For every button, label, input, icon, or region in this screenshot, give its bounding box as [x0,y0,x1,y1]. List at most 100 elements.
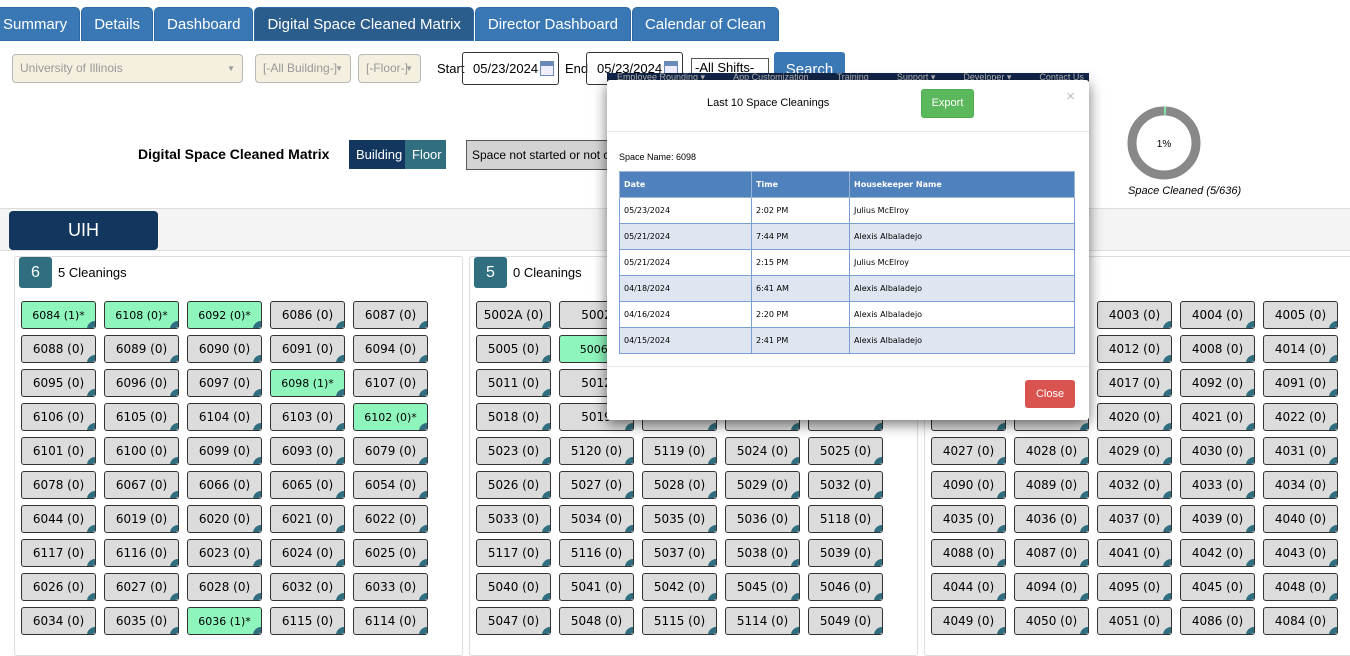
details-dot-icon[interactable] [542,627,550,634]
space-button[interactable]: 4042 (0) [1180,539,1255,567]
space-button[interactable]: 6078 (0) [21,471,96,499]
details-dot-icon[interactable] [1329,559,1337,566]
details-dot-icon[interactable] [419,525,427,532]
space-button[interactable]: 4008 (0) [1180,335,1255,363]
space-button[interactable]: 5046 (0) [808,573,883,601]
space-button[interactable]: 4049 (0) [931,607,1006,635]
space-button[interactable]: 6021 (0) [270,505,345,533]
space-button[interactable]: 5029 (0) [725,471,800,499]
details-dot-icon[interactable] [1329,525,1337,532]
details-dot-icon[interactable] [1246,321,1254,328]
space-button[interactable]: 6098 (1)* [270,369,345,397]
details-dot-icon[interactable] [791,627,799,634]
space-button[interactable]: 6088 (0) [21,335,96,363]
details-dot-icon[interactable] [336,321,344,328]
tab-dashboard[interactable]: Dashboard [154,7,254,41]
space-button[interactable]: 6115 (0) [270,607,345,635]
details-dot-icon[interactable] [874,457,882,464]
details-dot-icon[interactable] [542,355,550,362]
details-dot-icon[interactable] [1246,627,1254,634]
details-dot-icon[interactable] [170,559,178,566]
space-button[interactable]: 6095 (0) [21,369,96,397]
details-dot-icon[interactable] [625,423,633,430]
details-dot-icon[interactable] [1246,355,1254,362]
details-dot-icon[interactable] [87,491,95,498]
details-dot-icon[interactable] [253,457,261,464]
details-dot-icon[interactable] [336,593,344,600]
space-button[interactable]: 6086 (0) [270,301,345,329]
details-dot-icon[interactable] [791,525,799,532]
space-button[interactable]: 4044 (0) [931,573,1006,601]
space-button[interactable]: 6106 (0) [21,403,96,431]
space-button[interactable]: 5034 (0) [559,505,634,533]
space-button[interactable]: 4041 (0) [1097,539,1172,567]
details-dot-icon[interactable] [336,423,344,430]
details-dot-icon[interactable] [253,423,261,430]
space-button[interactable]: 4088 (0) [931,539,1006,567]
space-button[interactable]: 4030 (0) [1180,437,1255,465]
details-dot-icon[interactable] [874,525,882,532]
details-dot-icon[interactable] [997,423,1005,430]
details-dot-icon[interactable] [1329,321,1337,328]
space-button[interactable]: 5036 (0) [725,505,800,533]
space-button[interactable]: 4050 (0) [1014,607,1089,635]
space-button[interactable]: 5047 (0) [476,607,551,635]
details-dot-icon[interactable] [1329,627,1337,634]
space-button[interactable]: 6032 (0) [270,573,345,601]
details-dot-icon[interactable] [542,321,550,328]
details-dot-icon[interactable] [874,627,882,634]
details-dot-icon[interactable] [1080,525,1088,532]
space-button[interactable]: 5024 (0) [725,437,800,465]
details-dot-icon[interactable] [874,593,882,600]
space-button[interactable]: 6026 (0) [21,573,96,601]
details-dot-icon[interactable] [1080,593,1088,600]
details-dot-icon[interactable] [542,559,550,566]
space-button[interactable]: 4094 (0) [1014,573,1089,601]
space-button[interactable]: 4039 (0) [1180,505,1255,533]
details-dot-icon[interactable] [791,491,799,498]
space-button[interactable]: 6023 (0) [187,539,262,567]
details-dot-icon[interactable] [253,389,261,396]
space-button[interactable]: 4020 (0) [1097,403,1172,431]
details-dot-icon[interactable] [791,559,799,566]
details-dot-icon[interactable] [87,457,95,464]
tab-director-dashboard[interactable]: Director Dashboard [474,7,631,41]
details-dot-icon[interactable] [1329,423,1337,430]
space-button[interactable]: 5037 (0) [642,539,717,567]
details-dot-icon[interactable] [542,389,550,396]
space-button[interactable]: 5025 (0) [808,437,883,465]
details-dot-icon[interactable] [708,491,716,498]
space-button[interactable]: 6099 (0) [187,437,262,465]
details-dot-icon[interactable] [170,525,178,532]
space-button[interactable]: 5002A (0) [476,301,551,329]
space-button[interactable]: 6116 (0) [104,539,179,567]
space-button[interactable]: 6091 (0) [270,335,345,363]
space-button[interactable]: 4090 (0) [931,471,1006,499]
space-button[interactable]: 6093 (0) [270,437,345,465]
space-button[interactable]: 4087 (0) [1014,539,1089,567]
details-dot-icon[interactable] [542,491,550,498]
space-button[interactable]: 6097 (0) [187,369,262,397]
details-dot-icon[interactable] [419,491,427,498]
details-dot-icon[interactable] [419,389,427,396]
details-dot-icon[interactable] [625,593,633,600]
space-button[interactable]: 4031 (0) [1263,437,1338,465]
toggle-building[interactable]: Building [349,140,410,169]
space-button[interactable]: 5033 (0) [476,505,551,533]
details-dot-icon[interactable] [1080,457,1088,464]
details-dot-icon[interactable] [1163,593,1171,600]
details-dot-icon[interactable] [170,389,178,396]
space-button[interactable]: 4045 (0) [1180,573,1255,601]
details-dot-icon[interactable] [336,389,344,396]
details-dot-icon[interactable] [1163,321,1171,328]
space-button[interactable]: 6108 (0)* [104,301,179,329]
details-dot-icon[interactable] [625,559,633,566]
details-dot-icon[interactable] [87,389,95,396]
space-button[interactable]: 4017 (0) [1097,369,1172,397]
details-dot-icon[interactable] [542,593,550,600]
space-button[interactable]: 6107 (0) [353,369,428,397]
space-button[interactable]: 6022 (0) [353,505,428,533]
building-select[interactable]: [-All Building-] ▼ [255,54,351,83]
space-button[interactable]: 5026 (0) [476,471,551,499]
space-button[interactable]: 4091 (0) [1263,369,1338,397]
